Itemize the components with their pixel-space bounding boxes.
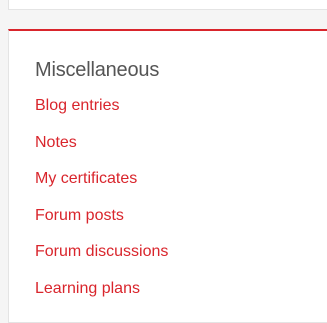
list-item: Notes [35,131,168,168]
list-item: Learning plans [35,277,168,314]
blog-entries-link[interactable]: Blog entries [35,97,120,114]
previous-section-card [8,0,327,10]
list-item: Blog entries [35,94,168,131]
forum-discussions-link[interactable]: Forum discussions [35,243,168,260]
forum-posts-link[interactable]: Forum posts [35,207,124,224]
notes-link[interactable]: Notes [35,134,77,151]
learning-plans-link[interactable]: Learning plans [35,280,140,297]
miscellaneous-link-list: Blog entries Notes My certificates Forum… [35,94,168,313]
list-item: Forum discussions [35,240,168,277]
my-certificates-link[interactable]: My certificates [35,170,137,187]
list-item: My certificates [35,167,168,204]
miscellaneous-section: Miscellaneous Blog entries Notes My cert… [8,29,327,323]
section-title: Miscellaneous [35,59,160,81]
list-item: Forum posts [35,204,168,241]
